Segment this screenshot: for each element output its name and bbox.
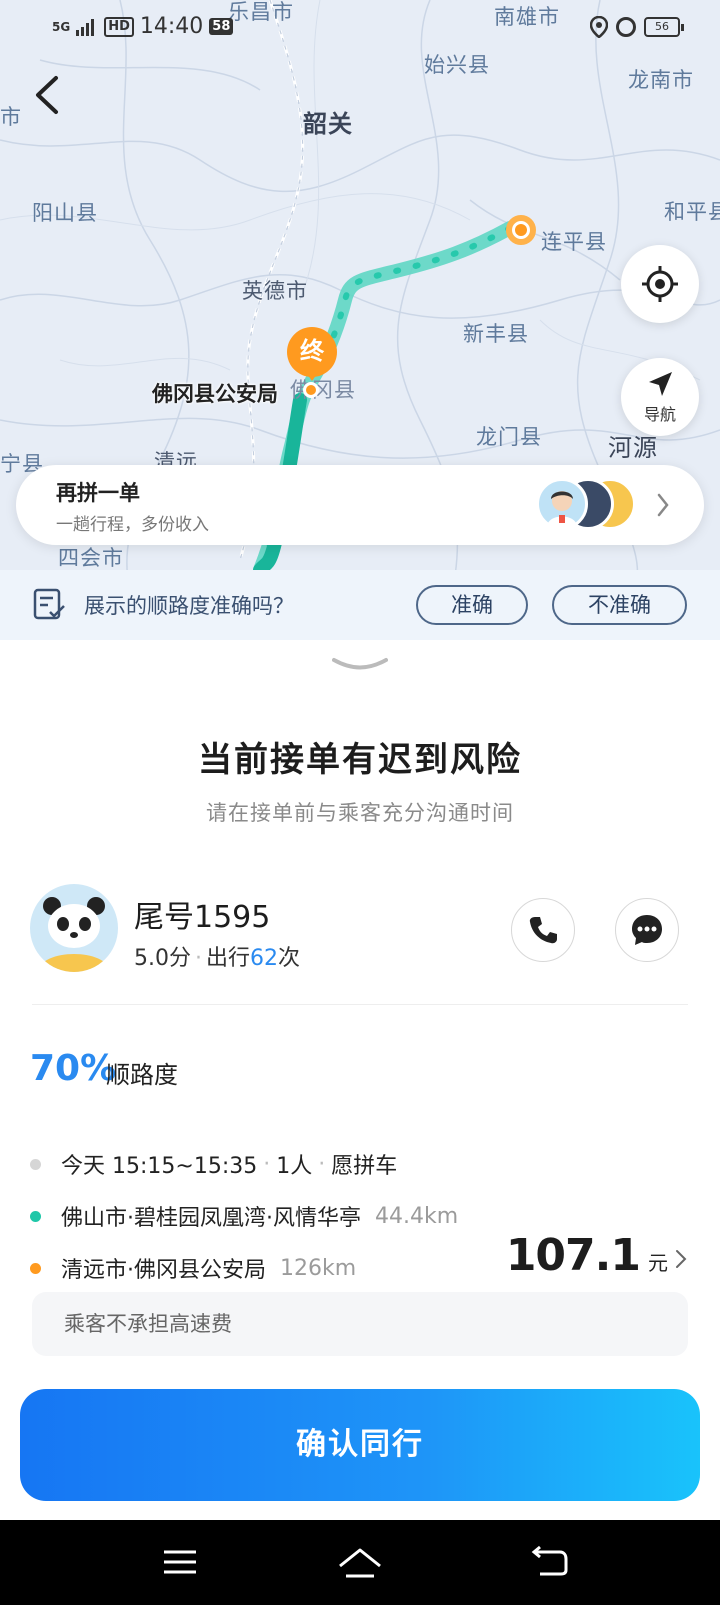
feedback-icon (33, 588, 65, 620)
map-place-label: 龙门县 (476, 425, 542, 449)
fare-amount: 107.1 (505, 1230, 641, 1281)
call-button[interactable] (511, 898, 575, 962)
highway-fee-note: 乘客不承担高速费 (32, 1292, 688, 1356)
trips-count: 62 (250, 946, 279, 971)
route-match-label: 顺路度 (106, 1061, 178, 1089)
navigation-label: 导航 (643, 405, 676, 424)
map-place-label: 韶关 (303, 110, 353, 138)
inaccurate-button[interactable]: 不准确 (552, 585, 687, 625)
home-icon[interactable] (336, 1542, 384, 1582)
destination-distance: 126km (280, 1255, 357, 1281)
map-place-label: 新丰县 (463, 322, 529, 346)
trips-suffix: 次 (278, 946, 301, 971)
carpool-subtitle: 一趟行程，多份收入 (56, 515, 209, 535)
route-end-marker: 终 (287, 327, 337, 381)
collapse-handle-icon[interactable] (332, 656, 388, 672)
confirm-ride-button[interactable]: 确认同行 (20, 1389, 700, 1501)
passenger-stats: 5.0分 · 出行62次 (134, 946, 301, 971)
status-time: 14:40 (139, 14, 204, 39)
navigation-arrow-icon (649, 372, 672, 396)
trip-seats: 1人 (276, 1154, 313, 1179)
system-nav-bar (0, 1520, 720, 1605)
passenger-rating: 5.0分 (134, 946, 191, 971)
hd-indicator: HD (104, 16, 134, 37)
map-place-label: 英德市 (242, 279, 308, 303)
location-status-icon (590, 16, 608, 38)
route-end-dot (303, 382, 319, 398)
fare-link[interactable]: 107.1 元 (506, 1230, 688, 1281)
message-button[interactable] (615, 898, 679, 962)
trip-origin-row: 佛山市·碧桂园凤凰湾·风情华亭 44.4km (30, 1200, 458, 1232)
map-place-label: 连平县 (541, 230, 607, 254)
route-start-marker (506, 215, 536, 245)
avatar (536, 478, 588, 530)
trips-prefix: 出行 (206, 946, 251, 971)
map-place-label: 市 (0, 105, 22, 129)
passenger-avatar (30, 884, 118, 972)
accurate-button[interactable]: 准确 (416, 585, 528, 625)
carpool-banner[interactable]: 再拼一单 一趟行程，多份收入 (16, 465, 704, 545)
origin-dot (30, 1210, 41, 1222)
chevron-right-icon (657, 493, 669, 517)
notification-badge: 58 (209, 18, 234, 35)
alarm-icon (616, 17, 636, 37)
map-place-label: 佛冈县 (290, 378, 356, 402)
trip-time-row: 今天 15:15~15:35 · 1人 · 愿拼车 (30, 1148, 397, 1180)
chevron-right-icon (676, 1250, 687, 1268)
crosshair-icon (642, 266, 678, 302)
order-sheet: 当前接单有迟到风险 请在接单前与乘客充分沟通时间 尾号1595 5.0分 · 出行6… (0, 640, 720, 1520)
map-place-label: 和平县 (664, 200, 720, 224)
driver-face-icon (547, 491, 577, 527)
trip-destination-row: 清远市·佛冈县公安局 126km (30, 1252, 356, 1284)
map-place-label: 四会市 (58, 546, 124, 570)
origin-distance: 44.4km (375, 1203, 459, 1229)
navigation-button[interactable]: 导航 (621, 358, 699, 436)
passenger-name: 尾号1595 (134, 900, 271, 935)
map-place-label: 龙南市 (628, 68, 694, 92)
trip-time: 今天 15:15~15:35 (61, 1154, 258, 1179)
locate-button[interactable] (621, 245, 699, 323)
time-dot (30, 1158, 41, 1170)
battery-icon: 56 (644, 17, 684, 37)
signal-icon (76, 18, 95, 36)
route-end-label: 佛冈县公安局 (152, 382, 278, 406)
map-place-label: 阳山县 (32, 201, 98, 225)
carpool-title: 再拼一单 (56, 481, 140, 505)
menu-icon[interactable] (160, 1542, 200, 1582)
trip-destination: 清远市·佛冈县公安局 (61, 1258, 266, 1283)
network-indicator: 5G (52, 19, 71, 34)
route-match-percent: 70% (30, 1048, 117, 1089)
divider (32, 1004, 688, 1005)
map-view[interactable]: 乐昌市 南雄市 始兴县 龙南市 韶关 市 阳山县 连平县 和平县 英德市 新丰县… (0, 0, 720, 640)
chevron-left-icon (36, 76, 58, 114)
status-bar: 5G HD 14:40 58 56 (0, 0, 720, 56)
destination-dot (30, 1262, 41, 1274)
route-feedback-bar: 展示的顺路度准确吗？ 准确 不准确 (0, 570, 720, 640)
late-risk-subtitle: 请在接单前与乘客充分沟通时间 (206, 801, 514, 825)
feedback-question: 展示的顺路度准确吗？ (84, 594, 294, 618)
panda-avatar-icon (38, 897, 110, 972)
carpool-avatars (536, 478, 646, 532)
trip-origin: 佛山市·碧桂园凤凰湾·风情华亭 (61, 1206, 361, 1231)
fare-unit: 元 (648, 1251, 668, 1275)
back-button[interactable] (28, 70, 68, 120)
back-nav-icon[interactable] (530, 1542, 570, 1582)
phone-icon (529, 917, 557, 944)
late-risk-title: 当前接单有迟到风险 (198, 740, 522, 780)
trip-pool: 愿拼车 (331, 1154, 398, 1179)
chat-bubble-icon (632, 915, 662, 945)
